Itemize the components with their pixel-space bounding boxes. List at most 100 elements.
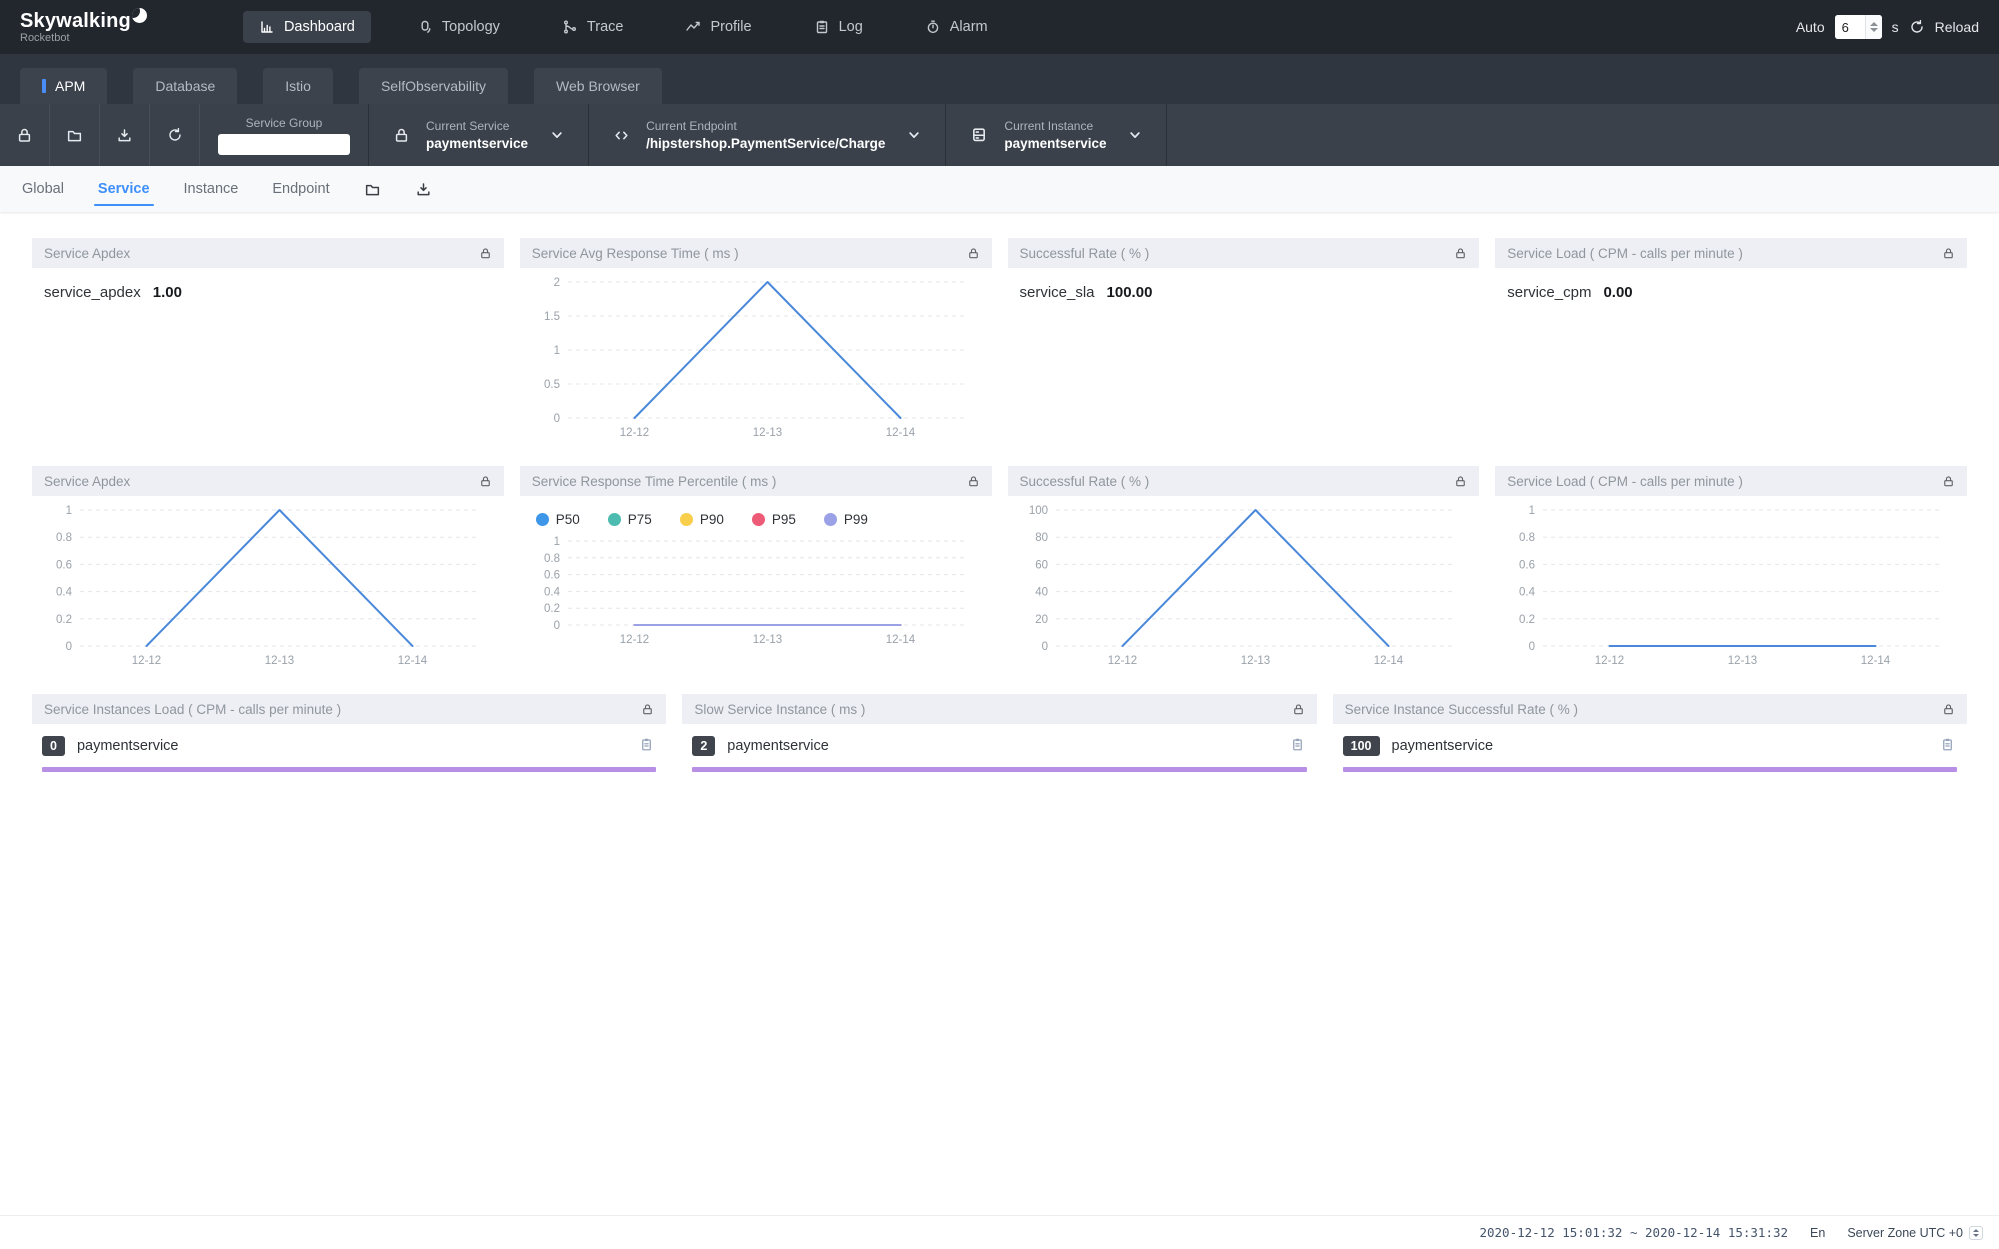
time-range-picker[interactable]: 2020-12-12 15:01:32 ~ 2020-12-14 15:31:3… — [1479, 1225, 1788, 1240]
metric-name: service_apdex — [44, 284, 141, 301]
tab-instance[interactable]: Instance — [184, 166, 239, 212]
current-service-selector[interactable]: Current Service paymentservice — [369, 104, 589, 166]
lock-icon[interactable] — [1942, 703, 1955, 716]
copy-clipboard-icon[interactable] — [639, 737, 654, 752]
legend-label: P75 — [628, 512, 652, 527]
panel-service-load-chart: Service Load ( CPM - calls per minute ) … — [1495, 466, 1967, 678]
workspace-tab-apm[interactable]: APM — [20, 68, 107, 104]
tab-global[interactable]: Global — [22, 166, 64, 212]
auto-interval-stepper — [1835, 15, 1882, 39]
lock-icon[interactable] — [1942, 475, 1955, 488]
svg-text:12-14: 12-14 — [886, 427, 916, 439]
instance-name: paymentservice — [727, 738, 829, 754]
bar-chart-icon — [259, 19, 275, 35]
import-template-button[interactable] — [50, 104, 100, 166]
svg-text:60: 60 — [1035, 559, 1048, 571]
percentile-line-chart: 00.20.40.60.8112-1212-1312-14 — [528, 531, 983, 651]
instance-row[interactable]: 2 paymentservice — [692, 736, 1306, 756]
nav-item-log[interactable]: Log — [798, 11, 879, 43]
tab-service[interactable]: Service — [98, 166, 150, 212]
service-group-field: Service Group — [200, 104, 369, 166]
tab-endpoint[interactable]: Endpoint — [272, 166, 329, 212]
workspace-tab-selfobservability[interactable]: SelfObservability — [359, 68, 508, 104]
export-template-button[interactable] — [100, 104, 150, 166]
service-load-line-chart: 00.20.40.60.8112-1212-1312-14 — [1503, 500, 1958, 672]
nav-item-topology[interactable]: Topology — [401, 11, 516, 43]
active-tab-indicator — [42, 79, 46, 93]
svg-text:0.8: 0.8 — [544, 553, 560, 565]
workspace-tab-web-browser[interactable]: Web Browser — [534, 68, 662, 104]
svg-text:12-14: 12-14 — [886, 634, 916, 646]
service-group-input[interactable] — [218, 134, 350, 155]
reload-icon[interactable] — [1909, 19, 1925, 35]
legend-item-p75[interactable]: P75 — [608, 512, 652, 527]
lock-icon[interactable] — [479, 475, 492, 488]
lock-icon[interactable] — [967, 475, 980, 488]
current-instance-selector[interactable]: Current Instance paymentservice — [946, 104, 1167, 166]
instance-name: paymentservice — [77, 738, 179, 754]
service-apdex-line-chart: 00.20.40.60.8112-1212-1312-14 — [40, 500, 495, 672]
svg-text:0.4: 0.4 — [1519, 587, 1536, 599]
copy-clipboard-icon[interactable] — [1290, 737, 1305, 752]
lock-icon[interactable] — [967, 247, 980, 260]
instance-row[interactable]: 100 paymentservice — [1343, 736, 1957, 756]
svg-text:0: 0 — [1041, 641, 1047, 653]
nav-item-profile[interactable]: Profile — [669, 11, 767, 43]
lock-icon — [16, 127, 33, 144]
load-progress-bar — [1343, 767, 1957, 772]
svg-text:1.5: 1.5 — [544, 311, 560, 323]
panel-service-apdex-chart: Service Apdex 00.20.40.60.8112-1212-1312… — [32, 466, 504, 678]
nav-item-alarm[interactable]: Alarm — [909, 11, 1004, 43]
panel-successful-rate-chart: Successful Rate ( % ) 02040608010012-121… — [1008, 466, 1480, 678]
lock-icon[interactable] — [641, 703, 654, 716]
reload-button[interactable]: Reload — [1935, 19, 1979, 35]
legend-item-p99[interactable]: P99 — [824, 512, 868, 527]
interval-spinner[interactable] — [1865, 15, 1882, 39]
legend-item-p90[interactable]: P90 — [680, 512, 724, 527]
current-service-label: Current Service — [426, 119, 528, 133]
zone-spinner[interactable] — [1969, 1226, 1983, 1240]
value-badge: 0 — [42, 736, 65, 756]
language-toggle[interactable]: En — [1810, 1226, 1825, 1240]
svg-text:12-12: 12-12 — [1595, 655, 1624, 667]
current-instance-value: paymentservice — [1004, 136, 1106, 151]
folder-icon[interactable] — [364, 181, 381, 198]
instance-row[interactable]: 0 paymentservice — [42, 736, 656, 756]
auto-interval-input[interactable] — [1835, 15, 1865, 39]
lock-icon[interactable] — [1454, 247, 1467, 260]
svg-text:0.8: 0.8 — [56, 532, 72, 544]
svg-text:1: 1 — [553, 345, 559, 357]
current-instance-label: Current Instance — [1004, 119, 1106, 133]
metric-value: 0.00 — [1603, 284, 1632, 301]
lock-icon[interactable] — [1454, 475, 1467, 488]
nav-item-dashboard[interactable]: Dashboard — [243, 11, 371, 43]
refresh-templates-button[interactable] — [150, 104, 200, 166]
workspace-tab-database[interactable]: Database — [133, 68, 237, 104]
copy-clipboard-icon[interactable] — [1940, 737, 1955, 752]
panel-service-load-value: Service Load ( CPM - calls per minute ) … — [1495, 238, 1967, 450]
workspace-tab-istio[interactable]: Istio — [263, 68, 333, 104]
legend-item-p50[interactable]: P50 — [536, 512, 580, 527]
value-badge: 100 — [1343, 736, 1380, 756]
nav-item-trace[interactable]: Trace — [546, 11, 640, 43]
svg-text:12-13: 12-13 — [1240, 655, 1269, 667]
legend-label: P95 — [772, 512, 796, 527]
load-progress-bar — [692, 767, 1306, 772]
trace-branch-icon — [562, 19, 578, 35]
auto-refresh-controls: Auto s Reload — [1796, 15, 1979, 39]
download-icon[interactable] — [415, 181, 432, 198]
current-endpoint-selector[interactable]: Current Endpoint /hipstershop.PaymentSer… — [589, 104, 946, 166]
legend-label: P99 — [844, 512, 868, 527]
svg-text:0.6: 0.6 — [544, 570, 560, 582]
lock-layout-button[interactable] — [0, 104, 50, 166]
svg-text:1: 1 — [66, 505, 72, 517]
brand-logo: Skywalking Rocketbot — [20, 11, 147, 44]
svg-text:20: 20 — [1035, 614, 1048, 626]
load-progress-bar — [42, 767, 656, 772]
brand-title: Skywalking — [20, 11, 131, 31]
lock-icon[interactable] — [1292, 703, 1305, 716]
legend-item-p95[interactable]: P95 — [752, 512, 796, 527]
svg-text:0.8: 0.8 — [1519, 532, 1535, 544]
lock-icon[interactable] — [1942, 247, 1955, 260]
lock-icon[interactable] — [479, 247, 492, 260]
